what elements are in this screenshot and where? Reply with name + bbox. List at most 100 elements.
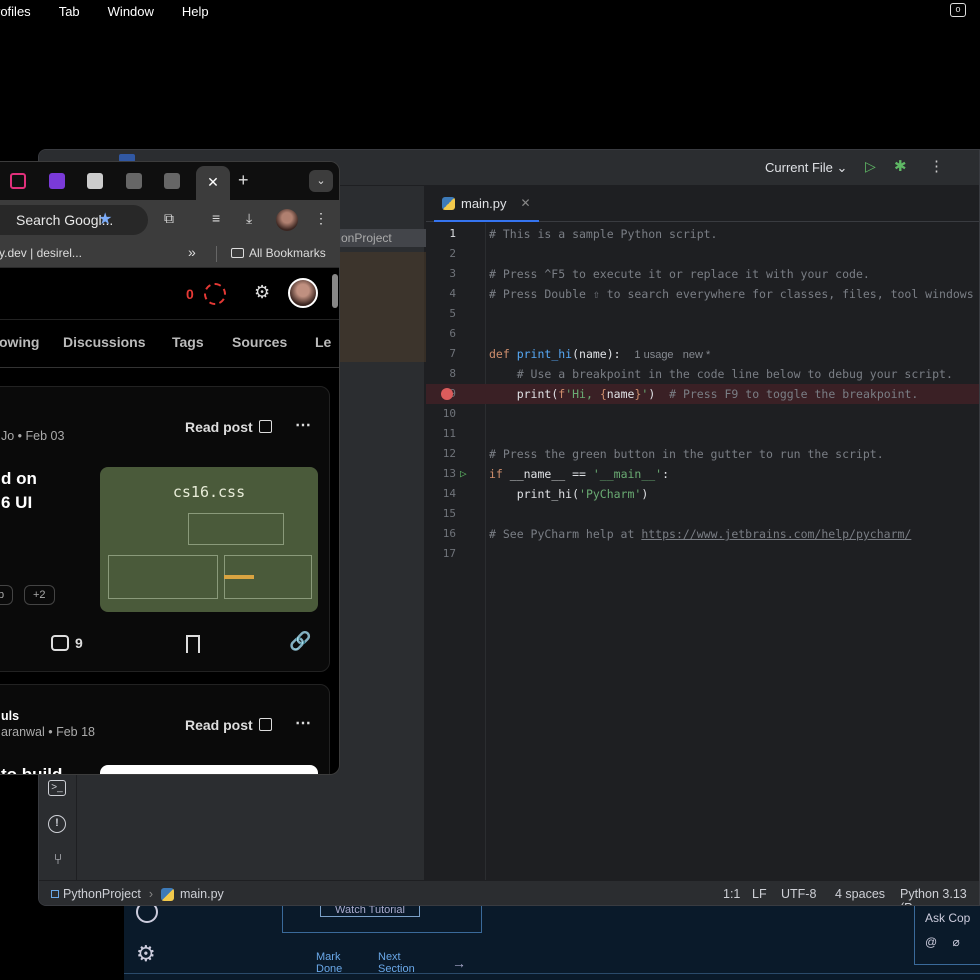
menu-help[interactable]: Help xyxy=(182,4,209,19)
code-line[interactable]: 11 xyxy=(426,424,979,444)
notification-count[interactable]: 0 xyxy=(186,286,194,302)
link-icon[interactable]: 🔗 xyxy=(289,631,311,652)
code-line[interactable]: 6 xyxy=(426,324,979,344)
breadcrumb-project[interactable]: PythonProject xyxy=(63,887,141,901)
bookmark-item[interactable]: y.dev | desirel... xyxy=(0,246,82,260)
code-line[interactable]: 1 # This is a sample Python script. xyxy=(426,224,979,244)
problems-icon[interactable]: ! xyxy=(48,815,66,833)
bookmark-star-icon[interactable]: ★ xyxy=(98,205,112,235)
run-gutter-icon[interactable]: ▷ xyxy=(460,464,467,484)
omnibox[interactable]: Search Googl... ★ xyxy=(0,205,148,235)
code-line[interactable]: 7 def print_hi(name): 1 usage new * xyxy=(426,344,979,365)
post-title-line2[interactable]: 6 UI xyxy=(1,491,32,515)
nav-discussions[interactable]: Discussions xyxy=(63,334,145,350)
tab-search-icon[interactable]: ⌄ xyxy=(309,170,333,192)
code-line[interactable]: 14 print_hi('PyCharm') xyxy=(426,484,979,504)
scrollbar-thumb[interactable] xyxy=(332,274,338,308)
line-number[interactable]: 6 xyxy=(426,324,456,344)
outlook-icon[interactable]: o xyxy=(950,3,966,17)
git-icon[interactable]: ⑂ xyxy=(48,850,68,870)
code-line[interactable]: 13 ▷ if __name__ == '__main__': xyxy=(426,464,979,484)
post-card[interactable]: Jo • Feb 03 Read post ⋯ d on 6 UI cs16.c… xyxy=(0,386,330,672)
file-encoding[interactable]: UTF-8 xyxy=(781,887,816,901)
code-text[interactable]: if __name__ == '__main__': xyxy=(489,464,669,484)
mark-done-button[interactable]: Mark Done xyxy=(316,951,356,975)
line-number[interactable]: 5 xyxy=(426,304,456,324)
line-number[interactable]: 3 xyxy=(426,264,456,284)
tab-favicon-1[interactable] xyxy=(10,173,26,189)
line-number[interactable]: 7 xyxy=(426,344,456,364)
avatar[interactable] xyxy=(288,278,318,308)
line-number[interactable]: 12 xyxy=(426,444,456,464)
gear-icon[interactable]: ⚙ xyxy=(136,941,156,967)
code-text[interactable]: # Press ^F5 to execute it or replace it … xyxy=(489,264,870,284)
line-separator[interactable]: LF xyxy=(752,887,767,901)
line-number[interactable]: 8 xyxy=(426,364,456,384)
code-line[interactable]: 16 # See PyCharm help at https://www.jetb… xyxy=(426,524,979,544)
code-line[interactable]: 17 xyxy=(426,544,979,564)
code-text[interactable]: def print_hi(name): 1 usage new * xyxy=(489,344,710,365)
active-tab-close-icon[interactable]: ✕ xyxy=(196,166,230,200)
read-post-button[interactable]: Read post xyxy=(185,717,272,733)
code-text[interactable]: # Press Double ⇧ to search everywhere fo… xyxy=(489,284,974,304)
tab-favicon-4[interactable] xyxy=(126,173,142,189)
more-icon[interactable]: ⋮ xyxy=(929,157,944,175)
code-text[interactable]: # Press the green button in the gutter t… xyxy=(489,444,884,464)
line-number[interactable]: 13 xyxy=(426,464,456,484)
extensions-icon[interactable]: ⧉ xyxy=(164,210,174,227)
code-line[interactable]: 12 # Press the green button in the gutter… xyxy=(426,444,979,464)
attach-icons[interactable]: @ ⌀ xyxy=(925,935,980,949)
code-text[interactable]: # Use a breakpoint in the code line belo… xyxy=(489,364,953,384)
tag-chip[interactable]: b xyxy=(0,585,14,605)
more-icon[interactable]: ⋯ xyxy=(295,713,311,733)
code-line[interactable]: 9 print(f'Hi, {name}') # Press F9 to tog… xyxy=(426,384,979,404)
code-line[interactable]: 4 # Press Double ⇧ to search everywhere f… xyxy=(426,284,979,304)
indent-setting[interactable]: 4 spaces xyxy=(835,887,885,901)
profile-avatar[interactable] xyxy=(276,209,298,231)
code-editor[interactable]: main.py ✕ 1 # This is a sample Python scr… xyxy=(426,186,979,880)
sliders-icon[interactable]: ⚙ xyxy=(254,282,270,303)
code-lines[interactable]: 1 # This is a sample Python script. 2 3 # Pr… xyxy=(426,224,979,564)
line-number[interactable]: 15 xyxy=(426,504,456,524)
post-card[interactable]: uls aranwal • Feb 18 Read post ⋯ to buil… xyxy=(0,684,330,774)
next-section-button[interactable]: Next Section xyxy=(378,951,428,975)
tab-main-py[interactable]: main.py ✕ xyxy=(434,186,539,222)
read-post-button[interactable]: Read post xyxy=(185,419,272,435)
line-number[interactable]: 10 xyxy=(426,404,456,424)
arrow-right-icon[interactable]: → xyxy=(452,955,466,971)
tab-favicon-5[interactable] xyxy=(164,173,180,189)
line-number[interactable]: 14 xyxy=(426,484,456,504)
run-config-dropdown[interactable]: Current File ⌄ xyxy=(765,160,847,176)
line-number[interactable]: 2 xyxy=(426,244,456,264)
tab-favicon-2[interactable] xyxy=(49,173,65,189)
menu-window[interactable]: Window xyxy=(108,4,154,19)
line-number[interactable]: 11 xyxy=(426,424,456,444)
ask-copilot-panel[interactable]: Ask Cop @ ⌀ xyxy=(914,903,980,965)
code-line[interactable]: 3 # Press ^F5 to execute it or replace it… xyxy=(426,264,979,284)
line-number[interactable]: 4 xyxy=(426,284,456,304)
all-bookmarks-button[interactable]: All Bookmarks xyxy=(231,246,326,260)
menu-profiles[interactable]: rofiles xyxy=(0,4,31,19)
tag-more[interactable]: +2 xyxy=(24,585,55,605)
nav-sources[interactable]: Sources xyxy=(232,334,287,350)
nav-more[interactable]: Le xyxy=(315,334,331,350)
bookmark-button[interactable] xyxy=(186,635,200,656)
line-number[interactable]: 1 xyxy=(426,224,456,244)
close-icon[interactable]: ✕ xyxy=(521,196,531,210)
terminal-icon[interactable]: >_ xyxy=(48,780,66,796)
code-text[interactable]: # This is a sample Python script. xyxy=(489,224,717,244)
nav-tags[interactable]: Tags xyxy=(172,334,204,350)
post-title-line1[interactable]: d on xyxy=(1,467,37,491)
code-line[interactable]: 8 # Use a breakpoint in the code line be… xyxy=(426,364,979,384)
menu-tab[interactable]: Tab xyxy=(59,4,80,19)
post-title[interactable]: to build xyxy=(1,763,62,774)
code-text[interactable]: print(f'Hi, {name}') # Press F9 to toggl… xyxy=(489,384,919,404)
notification-ring-icon[interactable] xyxy=(204,283,226,305)
code-text[interactable]: print_hi('PyCharm') xyxy=(489,484,649,504)
run-icon[interactable]: ▷ xyxy=(865,158,876,175)
download-icon[interactable]: ⤓ xyxy=(246,210,252,227)
code-line[interactable]: 2 xyxy=(426,244,979,264)
post-thumbnail[interactable] xyxy=(100,765,318,774)
code-text[interactable]: # See PyCharm help at https://www.jetbra… xyxy=(489,524,911,544)
more-icon[interactable]: ⋯ xyxy=(295,415,311,435)
